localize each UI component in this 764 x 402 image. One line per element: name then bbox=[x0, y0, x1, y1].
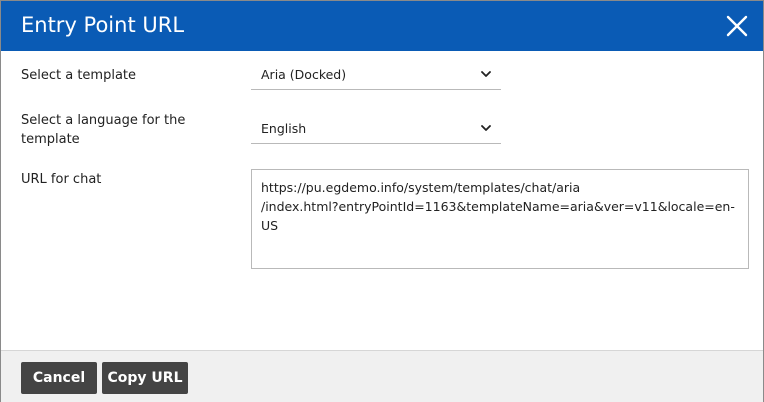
language-label: Select a language for the template bbox=[21, 113, 186, 147]
chevron-down-icon bbox=[481, 71, 491, 77]
dialog-title: Entry Point URL bbox=[21, 13, 185, 37]
language-select[interactable]: English bbox=[251, 116, 501, 144]
template-selected-value: Aria (Docked) bbox=[261, 67, 347, 82]
template-select[interactable]: Aria (Docked) bbox=[251, 62, 501, 90]
template-label: Select a template bbox=[21, 68, 137, 83]
language-selected-value: English bbox=[261, 121, 307, 136]
close-icon[interactable] bbox=[725, 14, 749, 38]
entry-point-url-dialog: Entry Point URL Select a template Aria (… bbox=[0, 0, 764, 402]
dialog-header: Entry Point URL bbox=[1, 1, 763, 51]
url-label: URL for chat bbox=[21, 172, 102, 187]
chevron-down-icon bbox=[481, 125, 491, 131]
copy-url-button[interactable]: Copy URL bbox=[102, 362, 188, 394]
cancel-button[interactable]: Cancel bbox=[21, 362, 97, 394]
url-textarea[interactable]: https://pu.egdemo.info/system/templates/… bbox=[251, 169, 749, 269]
dialog-footer: Cancel Copy URL bbox=[1, 350, 763, 402]
